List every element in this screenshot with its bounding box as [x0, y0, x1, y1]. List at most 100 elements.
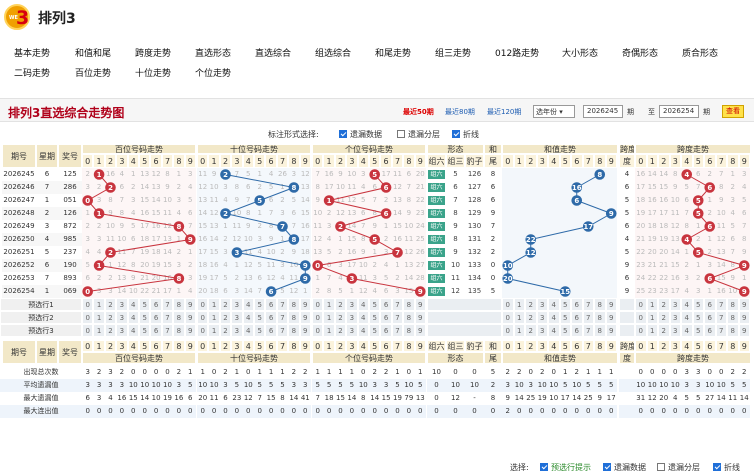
trend-ball-label: 6 [574, 197, 579, 205]
checkbox-checked-icon[interactable] [603, 463, 611, 471]
trend-ball-label: 20 [503, 275, 513, 283]
from-period-input[interactable]: 2026245 [583, 105, 623, 118]
trend-ball-label: 17 [583, 223, 593, 231]
trend-ball-label: 0 [85, 288, 90, 296]
nav-item-7[interactable]: 组三走势 [435, 46, 471, 59]
option-missing-data[interactable]: 遗漏数据 [339, 129, 382, 140]
to-period-input[interactable]: 2026254 [659, 105, 699, 118]
trend-ball-label: 9 [609, 210, 614, 218]
footer-options: 选择: 预选行提示 遗漏数据 遗漏分层 折线 [0, 456, 754, 476]
trend-ball-label: 0 [85, 197, 90, 205]
query-button[interactable]: 查看 [722, 105, 744, 118]
trend-ball-label: 9 [418, 288, 423, 296]
trend-ball-label: 9 [303, 275, 308, 283]
from-period-unit: 期 [627, 108, 634, 116]
trend-ball-label: 5 [696, 210, 701, 218]
chevron-down-icon: ▾ [559, 108, 563, 116]
nav-item-14[interactable]: 十位走势 [135, 66, 171, 79]
recent-80-link[interactable]: 最近80期 [445, 107, 475, 117]
nav-item-5[interactable]: 组选综合 [315, 46, 351, 59]
trend-ball-label: 12 [526, 249, 536, 257]
trend-ball-label: 2 [223, 171, 228, 179]
nav-item-11[interactable]: 质合形态 [682, 46, 718, 59]
trend-ball-label: 22 [526, 236, 536, 244]
trend-ball-label: 8 [291, 236, 296, 244]
trend-ball-label: 5 [257, 197, 262, 205]
mark-options-label: 标注形式选择: [268, 130, 319, 139]
nav-item-9[interactable]: 大小形态 [562, 46, 598, 59]
nav-item-15[interactable]: 个位走势 [195, 66, 231, 79]
recent-120-link[interactable]: 最近120期 [487, 107, 521, 117]
trend-polyline [685, 174, 746, 292]
checkbox-checked-icon[interactable] [540, 463, 548, 471]
nav-item-4[interactable]: 直选综合 [255, 46, 291, 59]
option-polyline-2[interactable]: 折线 [713, 462, 740, 473]
trend-ball-label: 15 [560, 288, 570, 296]
nav-item-1[interactable]: 和值和尾 [75, 46, 111, 59]
checkbox-checked-icon[interactable] [339, 130, 347, 138]
trend-polyline [86, 174, 192, 292]
trend-polyline [507, 174, 613, 292]
mark-options: 标注形式选择: 遗漏数据 遗漏分层 折线 [0, 127, 754, 143]
trend-ball-label: 8 [597, 171, 602, 179]
checkbox-checked-icon[interactable] [452, 130, 460, 138]
checkbox-checked-icon[interactable] [713, 463, 721, 471]
trend-ball-label: 1 [97, 171, 102, 179]
trend-ball-label: 2 [338, 223, 343, 231]
nav-item-13[interactable]: 百位走势 [75, 66, 111, 79]
trend-ball-label: 10 [503, 262, 513, 270]
trend-ball-label: 8 [291, 184, 296, 192]
option-missing-data-2[interactable]: 遗漏数据 [603, 462, 646, 473]
recent-50-link[interactable]: 最近50期 [403, 107, 434, 117]
trend-ball-label: 7 [280, 223, 285, 231]
trend-ball-label: 9 [188, 236, 193, 244]
checkbox-icon[interactable] [657, 463, 665, 471]
nav-item-10[interactable]: 奇偶形态 [622, 46, 658, 59]
trend-polyline [315, 174, 421, 292]
trend-ball-label: 2 [108, 249, 113, 257]
trend-ball-label: 3 [349, 275, 354, 283]
chart-toolbar: 排列3直选综合走势图 最近50期 最近80期 最近120期 选年份 ▾ 2026… [0, 98, 754, 122]
trend-ball-label: 6 [707, 184, 712, 192]
year-select[interactable]: 选年份 ▾ [533, 105, 575, 118]
page-title: 排列3 [38, 11, 76, 27]
trend-ball-label: 8 [176, 275, 181, 283]
trend-ball-label: 5 [372, 236, 377, 244]
trend-table: 期号 星期 奖号 百位号码走势 十位号码走势 个位号码走势 形态 和值走势 跨度走势和尾跨度度 0… [0, 144, 754, 466]
trend-ball-label: 6 [269, 288, 274, 296]
nav-item-2[interactable]: 跨度走势 [135, 46, 171, 59]
trend-ball-label: 1 [97, 262, 102, 270]
to-label: 至 [648, 108, 655, 116]
trend-ball-label: 9 [742, 262, 747, 270]
trend-ball-label: 4 [684, 171, 689, 179]
option-missing-layer[interactable]: 遗漏分层 [397, 129, 440, 140]
option-polyline[interactable]: 折线 [452, 129, 479, 140]
nav-item-8[interactable]: 012路走势 [495, 46, 539, 59]
trend-ball-label: 5 [696, 197, 701, 205]
trend-ball-label: 9 [742, 288, 747, 296]
trend-ball-label: 4 [684, 236, 689, 244]
trend-ball-label: 6 [384, 184, 389, 192]
trend-ball-label: 8 [176, 223, 181, 231]
trend-ball-label: 2 [108, 184, 113, 192]
trend-ball-label: 6 [707, 275, 712, 283]
logo-icon: WE 3 [4, 4, 30, 30]
trend-ball-label: 1 [97, 210, 102, 218]
checkbox-icon[interactable] [397, 130, 405, 138]
nav-item-12[interactable]: 二码走势 [14, 66, 50, 79]
nav-item-0[interactable]: 基本走势 [14, 46, 50, 59]
nav-item-3[interactable]: 直选形态 [195, 46, 231, 59]
option-predict-hint[interactable]: 预选行提示 [540, 462, 591, 473]
nav-item-6[interactable]: 和尾走势 [375, 46, 411, 59]
footer-label: 选择: [510, 463, 529, 472]
trend-ball-label: 9 [303, 262, 308, 270]
trend-ball-label: 2 [223, 210, 228, 218]
to-period-unit: 期 [703, 108, 710, 116]
trend-ball-label: 6 [707, 223, 712, 231]
chart-title: 排列3直选综合走势图 [8, 106, 125, 120]
option-missing-layer-2[interactable]: 遗漏分层 [657, 462, 700, 473]
trend-ball-label: 6 [384, 210, 389, 218]
trend-lines: 1201892180285278399656162570398166917221… [82, 169, 750, 297]
nav-menu: 基本走势 和值和尾 跨度走势 直选形态 直选综合 组选综合 和尾走势 组三走势 012路走势 大小… [0, 40, 754, 84]
trend-ball-label: 0 [315, 262, 320, 270]
